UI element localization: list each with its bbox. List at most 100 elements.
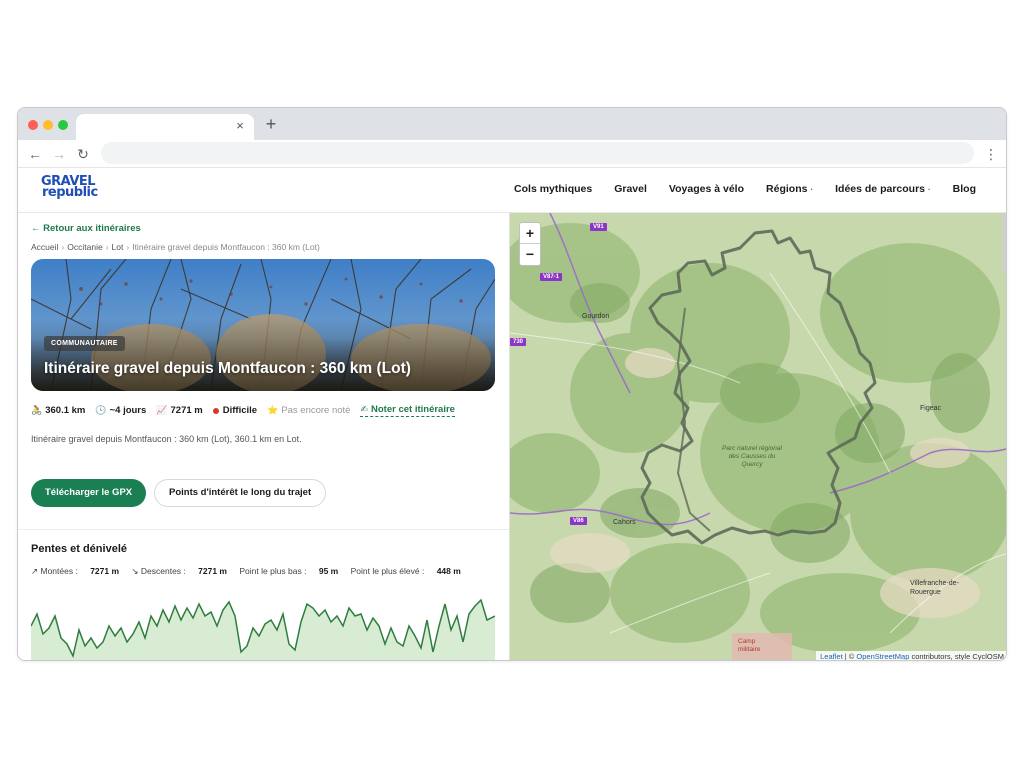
stat-difficulty: Difficile xyxy=(212,405,258,416)
descent-label: ↘ Descentes : xyxy=(131,566,186,576)
breadcrumb-separator: › xyxy=(105,242,109,252)
attribution-text: contributors, style CyclOSM xyxy=(911,652,1004,661)
map-zoom-control: + − xyxy=(519,222,541,266)
browser-menu-icon[interactable]: ⋮ xyxy=(984,145,998,163)
nav-label: Idées de parcours xyxy=(835,183,925,195)
nav-voyages-a-velo[interactable]: Voyages à vélo xyxy=(669,183,744,195)
route-description: Itinéraire gravel depuis Montfaucon : 36… xyxy=(31,434,302,444)
clock-icon: 🕓 xyxy=(95,405,107,415)
dropdown-dot-icon: · xyxy=(928,185,931,194)
max-stat: Point le plus élevé : 448 m xyxy=(351,566,461,576)
nav-gravel[interactable]: Gravel xyxy=(614,183,647,195)
difficulty-dot-icon xyxy=(212,407,219,414)
dropdown-dot-icon: · xyxy=(810,185,814,194)
nav-idees-de-parcours[interactable]: Idées de parcours · xyxy=(835,183,931,195)
new-tab-button[interactable]: + xyxy=(262,115,280,133)
road-shield: V91 xyxy=(590,223,607,231)
map-place-label: Gourdon xyxy=(582,313,610,320)
breadcrumb-separator: › xyxy=(126,242,130,252)
zoom-out-button[interactable]: − xyxy=(520,244,540,265)
map-park-label: Parc naturel régional des Causses du Que… xyxy=(722,445,782,468)
osm-link[interactable]: OpenStreetMap xyxy=(856,652,909,660)
min-stat: Point le plus bas : 95 m xyxy=(239,566,338,576)
difficulty-value: Difficile xyxy=(222,405,258,416)
leaflet-link[interactable]: Leaflet xyxy=(820,652,843,660)
logo-line-2: republic xyxy=(42,185,98,200)
site-logo[interactable]: GRAVEL republic xyxy=(41,175,111,200)
section-divider xyxy=(18,529,509,530)
ascent-value: 7271 m xyxy=(90,566,120,576)
min-value: 95 m xyxy=(318,566,339,576)
back-arrow-icon[interactable]: ← xyxy=(26,145,44,163)
bike-icon: 🚴 xyxy=(31,405,43,415)
map-place-label: Camp militaire xyxy=(738,638,761,653)
nav-regions[interactable]: Régions · xyxy=(766,183,813,195)
elevation-value: 7271 m xyxy=(170,405,203,416)
main-nav: Cols mythiques Gravel Voyages à vélo Rég… xyxy=(492,183,976,195)
max-value: 448 m xyxy=(436,566,461,576)
nav-label: Régions xyxy=(766,183,808,195)
back-to-routes-link[interactable]: ← Retour aux itinéraires xyxy=(31,223,141,234)
tab-close-icon[interactable]: × xyxy=(232,118,248,134)
breadcrumb: Accueil › Occitanie › Lot › Itinéraire gravel … xyxy=(31,242,320,252)
ascent-label: ↗ Montées : xyxy=(31,566,78,576)
map-place-label: Villefranche-de-Rouergue xyxy=(910,580,959,596)
nav-label: Cols mythiques xyxy=(514,183,593,195)
route-stats: 🚴 360.1 km 🕓 ~4 jours 📈 7271 m Difficile ⭐ P… xyxy=(31,404,465,417)
site-header: GRAVEL republic Cols mythiques Gravel Vo… xyxy=(18,168,1006,213)
route-map[interactable]: + − V91 V87-1 730 V86 Gourdon Figeac Cah… xyxy=(509,213,1006,661)
nav-label: Gravel xyxy=(614,183,647,195)
map-place-label: Figeac xyxy=(920,405,942,412)
road-shield: V86 xyxy=(570,517,587,525)
pencil-icon: ✍ xyxy=(360,404,369,414)
stat-distance: 🚴 360.1 km xyxy=(31,405,85,416)
stat-duration: 🕓 ~4 jours xyxy=(95,405,146,416)
minimize-window-button[interactable] xyxy=(43,120,53,130)
maximize-window-button[interactable] xyxy=(58,120,68,130)
elevation-section-title: Pentes et dénivelé xyxy=(31,543,127,555)
reload-icon[interactable]: ↻ xyxy=(74,145,92,163)
elevation-profile-chart[interactable] xyxy=(31,586,495,661)
max-label: Point le plus élevé : xyxy=(350,566,425,576)
nav-blog[interactable]: Blog xyxy=(953,183,976,195)
road-shield: V87-1 xyxy=(540,273,563,281)
download-gpx-button[interactable]: Télécharger le GPX xyxy=(31,479,147,507)
zoom-in-button[interactable]: + xyxy=(520,223,540,244)
browser-toolbar: ← → ↻ ⋮ xyxy=(18,140,1006,168)
route-title: Itinéraire gravel depuis Montfaucon : 36… xyxy=(44,360,411,377)
breadcrumb-region[interactable]: Occitanie xyxy=(67,242,102,252)
points-of-interest-button[interactable]: Points d'intérêt le long du trajet xyxy=(154,479,327,507)
tab-strip: × + xyxy=(18,108,1006,140)
attribution-separator: | © xyxy=(844,652,855,661)
rate-link-label: Noter cet itinéraire xyxy=(371,404,455,415)
forward-arrow-icon[interactable]: → xyxy=(50,145,68,163)
stat-elevation: 📈 7271 m xyxy=(156,405,202,416)
map-place-label: Cahors xyxy=(613,519,636,526)
nav-cols-mythiques[interactable]: Cols mythiques xyxy=(514,183,592,195)
hero-image: COMMUNAUTAIRE Itinéraire gravel depuis M… xyxy=(31,259,495,391)
nav-label: Voyages à vélo xyxy=(668,183,745,195)
breadcrumb-home[interactable]: Accueil xyxy=(31,242,58,252)
duration-value: ~4 jours xyxy=(109,405,147,416)
breadcrumb-separator: › xyxy=(61,242,65,252)
road-shield: 730 xyxy=(510,338,527,346)
route-details-pane: ← Retour aux itinéraires Accueil › Occitan… xyxy=(18,213,509,661)
chart-icon: 📈 xyxy=(156,405,168,415)
browser-tab[interactable]: × xyxy=(76,114,254,140)
community-badge: COMMUNAUTAIRE xyxy=(44,336,125,351)
map-attribution: Leaflet | © OpenStreetMap contributors, … xyxy=(816,651,1006,661)
distance-value: 360.1 km xyxy=(45,405,86,416)
breadcrumb-current: Itinéraire gravel depuis Montfaucon : 36… xyxy=(132,242,320,252)
address-bar[interactable] xyxy=(101,142,974,164)
nav-label: Blog xyxy=(952,183,976,195)
page-scrollbar[interactable] xyxy=(1002,213,1006,273)
breadcrumb-department[interactable]: Lot xyxy=(112,242,124,252)
star-icon: ⭐ xyxy=(267,405,279,415)
min-label: Point le plus bas : xyxy=(239,566,307,576)
descent-stat: ↘ Descentes : 7271 m xyxy=(131,566,227,576)
rating-value: Pas encore noté xyxy=(281,405,351,416)
elevation-stats: ↗ Montées : 7271 m ↘ Descentes : 7271 m … xyxy=(31,566,471,577)
close-window-button[interactable] xyxy=(28,120,38,130)
rate-route-link[interactable]: ✍ Noter cet itinéraire xyxy=(360,404,455,417)
browser-window: × + ← → ↻ ⋮ GRAVEL republic Cols mythiqu… xyxy=(17,107,1007,661)
